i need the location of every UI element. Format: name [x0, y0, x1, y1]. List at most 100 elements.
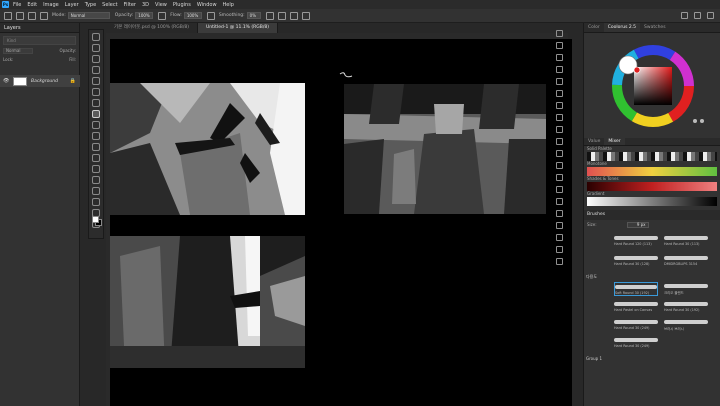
brush-size-field[interactable]: 9 px	[626, 221, 649, 228]
menu-help[interactable]: Help	[223, 2, 234, 8]
pressure-size-icon[interactable]	[289, 11, 298, 20]
layers-tab[interactable]: Layers	[0, 23, 79, 33]
menu-edit[interactable]: Edit	[27, 2, 37, 8]
solid-palette-strip[interactable]	[587, 152, 717, 161]
paragraph-panel-icon[interactable]	[555, 126, 563, 133]
menu-image[interactable]: Image	[43, 2, 59, 8]
clone-stamp-tool-icon[interactable]	[92, 121, 100, 129]
brush-preset[interactable]: Hard Round 30 (192)	[664, 300, 708, 314]
brush-settings-panel-icon[interactable]	[555, 102, 563, 109]
tab-color[interactable]: Color	[584, 23, 604, 32]
tab-mixer[interactable]: Mixer	[604, 138, 625, 145]
healing-tool-icon[interactable]	[92, 99, 100, 107]
menu-3d[interactable]: 3D	[142, 2, 149, 8]
menu-filter[interactable]: Filter	[124, 2, 136, 8]
menu-type[interactable]: Type	[85, 2, 96, 8]
type-tool-icon[interactable]	[92, 187, 100, 195]
visibility-eye-icon[interactable]: 👁	[3, 78, 9, 84]
actions-panel-icon[interactable]	[555, 90, 563, 97]
share-icon[interactable]	[707, 12, 714, 19]
adjustments-panel-icon[interactable]	[555, 54, 563, 61]
lock-icon[interactable]: 🔒	[70, 78, 76, 84]
home-icon[interactable]	[4, 11, 12, 20]
menu-file[interactable]: File	[13, 2, 21, 8]
pen-tool-icon[interactable]	[92, 176, 100, 184]
paths-panel-icon[interactable]	[555, 78, 563, 85]
libraries-panel-icon[interactable]	[555, 138, 563, 145]
navigator-panel-icon[interactable]	[555, 162, 563, 169]
brush-preset[interactable]: DMIDRGBLIPS 3154	[664, 254, 708, 268]
clone-source-panel-icon[interactable]	[555, 150, 563, 157]
menu-view[interactable]: View	[155, 2, 167, 8]
layer-filter-kind[interactable]: Kind	[3, 36, 76, 45]
lasso-tool-icon[interactable]	[92, 55, 100, 63]
brush-preset[interactable]: 크리오 블렌드	[664, 282, 708, 296]
color-wheel[interactable]	[584, 33, 720, 138]
info-panel-icon[interactable]	[555, 174, 563, 181]
workspace-icon[interactable]	[694, 12, 701, 19]
menu-select[interactable]: Select	[102, 2, 117, 8]
tab-document-layout[interactable]: 기본 레이아웃.psd @ 100% (RGB/8)	[106, 23, 199, 33]
move-tool-icon[interactable]	[92, 33, 100, 41]
timeline-panel-icon[interactable]	[555, 210, 563, 217]
brush-preset[interactable]: Hard Round 30 (128)	[614, 254, 658, 268]
angle-icon[interactable]	[277, 11, 286, 20]
dodge-tool-icon[interactable]	[92, 165, 100, 173]
opacity-field[interactable]: 100%	[135, 12, 154, 19]
tab-swatches[interactable]: Swatches	[640, 23, 670, 32]
brush-preset[interactable]: Hard Round 30 (113)	[664, 234, 708, 248]
shades-strip[interactable]	[587, 182, 717, 191]
crop-tool-icon[interactable]	[92, 77, 100, 85]
brush-preset-icon[interactable]	[28, 11, 36, 20]
notes-panel-icon[interactable]	[555, 222, 563, 229]
brush-group-folder[interactable]: Group 1	[586, 356, 602, 361]
brush-preset[interactable]: 브러시 브러시	[664, 318, 708, 332]
tab-value[interactable]: Value	[584, 138, 604, 145]
monotone-strip[interactable]	[587, 167, 717, 176]
tool-presets-panel-icon[interactable]	[555, 246, 563, 253]
document-canvas[interactable]	[110, 39, 572, 406]
brush-preset[interactable]: Hard Round 30 (249)	[614, 336, 658, 350]
properties-panel-icon[interactable]	[555, 42, 563, 49]
styles-panel-icon[interactable]	[555, 198, 563, 205]
brush-preset-selected[interactable]: Soft Round 30 (192)	[614, 282, 658, 296]
menu-plugins[interactable]: Plugins	[173, 2, 191, 8]
eraser-tool-icon[interactable]	[92, 143, 100, 151]
tab-document-untitled[interactable]: Untitled-1 @ 11.1% (RGB/8)	[198, 23, 278, 33]
brush-preset[interactable]: Hard Round 30 (249)	[614, 318, 658, 332]
color-wheel-area[interactable]	[584, 33, 720, 138]
blend-mode-select[interactable]: Normal	[3, 47, 33, 54]
history-panel-icon[interactable]	[555, 30, 563, 37]
symmetry-icon[interactable]	[301, 11, 310, 20]
search-icon[interactable]	[681, 12, 688, 19]
brush-group-folder[interactable]: 다용도	[586, 274, 597, 280]
path-select-tool-icon[interactable]	[92, 198, 100, 206]
menu-layer[interactable]: Layer	[65, 2, 79, 8]
flow-field[interactable]: 100%	[183, 12, 202, 19]
glyphs-panel-icon[interactable]	[555, 186, 563, 193]
brush-tool-icon[interactable]	[16, 11, 24, 20]
character-panel-icon[interactable]	[555, 114, 563, 121]
measurement-panel-icon[interactable]	[555, 234, 563, 241]
eyedropper-tool-icon[interactable]	[92, 88, 100, 96]
smoothing-settings-icon[interactable]	[265, 11, 274, 20]
marquee-tool-icon[interactable]	[92, 44, 100, 52]
layer-comps-panel-icon[interactable]	[555, 258, 563, 265]
pressure-opacity-icon[interactable]	[158, 11, 167, 20]
smoothing-field[interactable]: 0%	[246, 12, 261, 19]
menu-window[interactable]: Window	[197, 2, 217, 8]
gradient-tool-icon[interactable]	[92, 154, 100, 162]
brush-preset[interactable]: Hard Round 120 (113)	[614, 234, 658, 248]
channels-panel-icon[interactable]	[555, 66, 563, 73]
history-brush-tool-icon[interactable]	[92, 132, 100, 140]
brush-preset[interactable]: Hard Pastel on Canvas	[614, 300, 658, 314]
canvas-area[interactable]	[106, 33, 572, 406]
airbrush-icon[interactable]	[206, 11, 215, 20]
quick-select-tool-icon[interactable]	[92, 66, 100, 74]
brushes-panel-header[interactable]: Brushes	[584, 210, 720, 220]
brush-settings-icon[interactable]	[40, 11, 48, 20]
layer-background[interactable]: 👁 Background 🔒	[0, 75, 80, 87]
gradient-strip[interactable]	[587, 197, 717, 206]
brush-tool-icon[interactable]	[92, 110, 100, 118]
mode-select[interactable]: Normal	[67, 12, 110, 19]
